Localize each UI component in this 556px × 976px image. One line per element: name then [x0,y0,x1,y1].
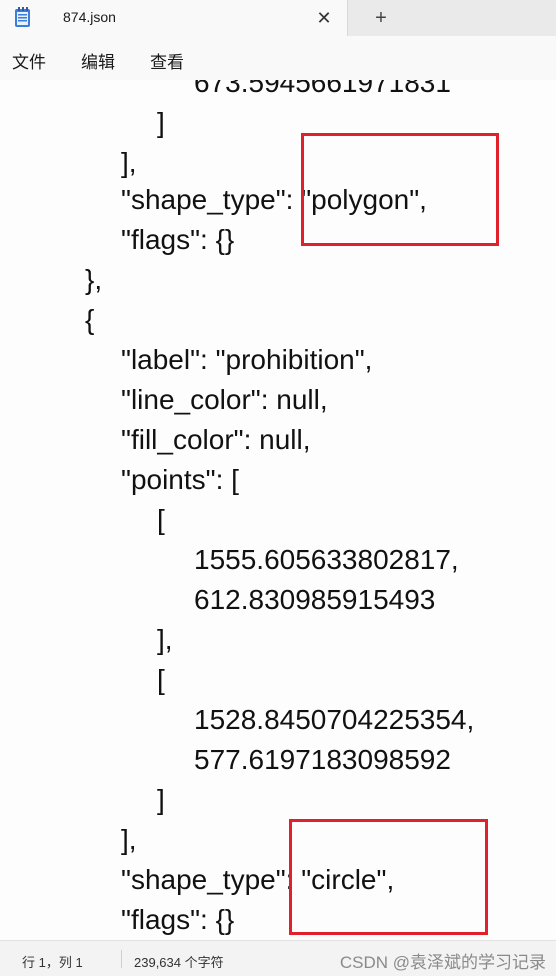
menu-edit[interactable]: 编辑 [81,48,115,73]
tab-title: 874.json [63,9,116,25]
character-count: 239,634 个字符 [134,955,224,970]
code-line: 673.5945661971831 [194,80,451,98]
code-line: [ [157,664,165,695]
code-line: "flags": {} [121,224,235,255]
annotation-box-circle [289,819,488,935]
status-bar: 行 1，列 1 239,634 个字符 CSDN @袁泽斌的学习记录 [0,940,556,976]
code-line: "points": [ [121,464,239,495]
code-line: ] [157,107,165,138]
menu-bar: 文件 编辑 查看 [0,36,556,80]
code-line: ], [121,147,137,178]
code-line: 577.6197183098592 [194,744,451,775]
code-line: 1528.8450704225354, [194,704,475,735]
cursor-position: 行 1，列 1 [22,955,83,970]
close-tab-icon[interactable]: ✕ [313,7,335,29]
code-line: }, [85,264,103,295]
code-line: ], [121,824,137,855]
code-line: ] [157,784,165,815]
tab-bar: 874.json ✕ + [0,0,556,36]
notepad-window: 874.json ✕ + 文件 编辑 查看 673.5945661971831 … [0,0,556,976]
code-line: [ [157,504,165,535]
status-divider [121,950,122,968]
menu-file[interactable]: 文件 [12,48,46,73]
menu-view[interactable]: 查看 [150,48,184,73]
new-tab-button[interactable]: + [369,6,393,30]
code-line: { [85,304,95,335]
code-line: 1555.605633802817, [194,544,459,575]
text-editor[interactable]: 673.5945661971831 ] ], "shape_type": "po… [0,80,556,940]
notepad-icon [15,7,30,27]
tab-874-json[interactable]: 874.json ✕ [0,0,348,36]
code-line: ], [157,624,173,655]
code-line: "label": "prohibition", [121,344,373,375]
annotation-box-polygon [301,133,499,246]
code-line: "line_color": null, [121,384,328,415]
code-line: 612.830985915493 [194,584,436,615]
code-line: "flags": {} [121,904,235,935]
watermark: CSDN @袁泽斌的学习记录 [339,953,546,972]
code-line: "fill_color": null, [121,424,311,455]
